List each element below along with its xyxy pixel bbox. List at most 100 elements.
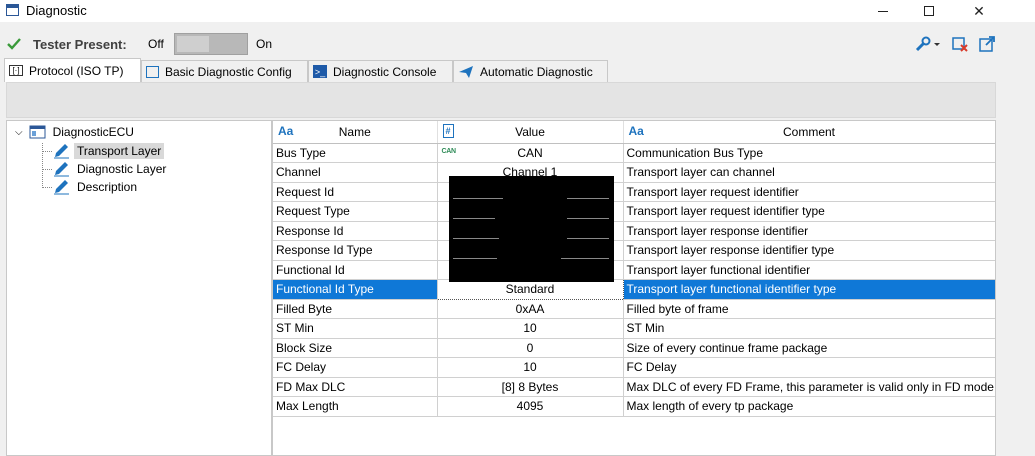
tester-present-label: Tester Present: [33, 37, 127, 52]
tree-line [42, 151, 52, 152]
table-row[interactable]: Max Length 4095 Max length of every tp pac… [273, 396, 995, 417]
cell-name: Filled Byte [273, 299, 438, 319]
tree-label: Diagnostic Layer [77, 162, 167, 176]
close-icon: ✕ [973, 2, 985, 19]
tab-diagnostic-console[interactable]: >_ Diagnostic Console [308, 60, 453, 82]
cell-comment: Communication Bus Type [623, 143, 995, 163]
parameter-grid: Aa Name # Value Aa Comment Bus Type CAN CAN Co… [272, 120, 996, 456]
table-row[interactable]: Bus Type CAN CAN Communication Bus Type [273, 143, 995, 163]
cell-comment: Max length of every tp package [623, 396, 995, 417]
cell-value[interactable]: 0 [437, 338, 624, 358]
cell-comment-text: Transport layer response identifier [626, 223, 809, 238]
tree-label: Description [77, 180, 138, 194]
table-row[interactable]: Filled Byte 0xAA Filled byte of frame [273, 299, 995, 319]
cell-value[interactable]: 10 [437, 357, 624, 378]
table-row[interactable]: ST Min 10 ST Min [273, 318, 995, 339]
cell-comment: Transport layer response identifier type [623, 240, 995, 261]
cell-name-text: Request Id [276, 184, 335, 199]
cell-name-text: Response Id [276, 223, 344, 238]
send-icon [459, 65, 473, 78]
cell-value[interactable]: 10 [437, 318, 624, 339]
close-button[interactable]: ✕ [956, 0, 1002, 22]
table-row[interactable]: Functional Id Type Standard Transport laye… [273, 279, 995, 300]
column-header-value[interactable]: # Value [437, 121, 624, 144]
table-row[interactable]: Response Id Type Transport layer response… [273, 240, 995, 261]
column-header-name[interactable]: Aa Name [273, 121, 438, 144]
cell-comment-text: Transport layer request identifier [626, 184, 799, 199]
cell-value[interactable]: [8] 8 Bytes [437, 377, 624, 397]
tree-node-diagnosticecu[interactable]: ⌵ DiagnosticECU [15, 123, 137, 141]
export-icon[interactable] [978, 35, 996, 53]
cell-value[interactable]: Standard [436, 279, 624, 300]
redacted-region [449, 176, 614, 282]
cell-value[interactable]: 0xAA [437, 299, 624, 319]
parameter-table: Aa Name # Value Aa Comment Bus Type CAN CAN Co… [273, 121, 995, 417]
cell-comment-text: Transport layer request identifier type [626, 204, 825, 219]
cell-comment-text: Size of every continue frame package [626, 340, 828, 355]
table-row[interactable]: Request Type Transport layer request iden… [273, 201, 995, 222]
chevron-down-icon[interactable] [932, 35, 942, 53]
cell-name-text: Response Id Type [276, 243, 373, 258]
tree-node-diagnostic-layer[interactable]: Diagnostic Layer [53, 160, 169, 178]
tree-node-transport-layer[interactable]: Transport Layer [53, 142, 165, 160]
table-row[interactable]: FC Delay 10 FC Delay [273, 357, 995, 378]
cell-name: Channel [273, 162, 438, 183]
cell-value[interactable]: 4095 [437, 396, 624, 417]
cell-comment-text: FC Delay [626, 360, 677, 375]
cell-comment-text: Transport layer functional identifier ty… [626, 282, 837, 297]
table-row[interactable]: Response Id Transport layer response iden… [273, 221, 995, 241]
navigation-tree: ⌵ DiagnosticECU Transport Layer Diagnost… [6, 120, 272, 456]
cell-value[interactable]: CAN CAN [437, 143, 624, 163]
column-header-comment[interactable]: Aa Comment [623, 121, 995, 144]
tester-present-toggle[interactable] [174, 33, 248, 55]
tab-label: Protocol (ISO TP) [29, 63, 124, 78]
cell-name: Response Id Type [273, 240, 438, 261]
table-row[interactable]: Request Id Transport layer request identi… [273, 182, 995, 202]
toggle-off-label: Off [148, 37, 164, 51]
maximize-button[interactable] [906, 0, 952, 22]
clear-icon[interactable] [951, 35, 969, 53]
cell-name: Response Id [273, 221, 438, 241]
cell-comment: Transport layer can channel [623, 162, 995, 183]
table-row[interactable]: FD Max DLC [8] 8 Bytes Max DLC of every FD… [273, 377, 995, 397]
cell-value-text: 0 [526, 340, 534, 355]
tab-automatic-diagnostic[interactable]: Automatic Diagnostic [453, 60, 608, 82]
window-title: Diagnostic [26, 3, 87, 18]
tree-node-description[interactable]: Description [53, 178, 140, 196]
cell-name-text: Bus Type [276, 145, 326, 160]
column-label: Name [338, 124, 371, 139]
tab-protocol[interactable]: [·] Protocol (ISO TP) [4, 58, 141, 82]
number-type-icon: # [442, 124, 454, 138]
cell-name: Functional Id Type [273, 279, 438, 300]
cell-value-text: CAN [517, 145, 543, 160]
column-label: Comment [782, 124, 835, 139]
table-row[interactable]: Channel Channel 1 Transport layer can chan… [273, 162, 995, 183]
ecu-icon [29, 125, 46, 139]
tree-label: Transport Layer [74, 143, 165, 159]
cell-comment: Transport layer functional identifier ty… [623, 279, 995, 300]
cell-comment: Max DLC of every FD Frame, this paramete… [623, 377, 995, 397]
tree-line [42, 169, 52, 170]
table-row[interactable]: Functional Id Transport layer functional … [273, 260, 995, 280]
cell-name: Bus Type [273, 143, 438, 163]
cell-name-text: Channel [276, 165, 321, 180]
column-label: Value [515, 124, 545, 139]
minimize-button[interactable] [860, 0, 906, 22]
chevron-down-icon[interactable]: ⌵ [15, 127, 23, 138]
cell-comment: FC Delay [623, 357, 995, 378]
cell-name: FD Max DLC [273, 377, 438, 397]
toggle-on-label: On [256, 37, 273, 51]
cell-name: ST Min [273, 318, 438, 339]
toggle-knob[interactable] [177, 36, 209, 52]
cell-value-text: 10 [523, 360, 537, 375]
cell-comment: ST Min [623, 318, 995, 339]
tab-basic-diagnostic-config[interactable]: Basic Diagnostic Config [141, 60, 308, 82]
cell-value-text: [8] 8 Bytes [501, 379, 559, 394]
cell-comment: Transport layer request identifier type [623, 201, 995, 222]
cell-comment-text: Transport layer functional identifier [626, 262, 811, 277]
cell-comment-text: Max DLC of every FD Frame, this paramete… [626, 379, 994, 394]
cell-value-text: Standard [505, 282, 555, 297]
cell-name-text: ST Min [276, 321, 314, 336]
table-row[interactable]: Block Size 0 Size of every continue frame … [273, 338, 995, 358]
wrench-icon[interactable] [914, 35, 932, 53]
